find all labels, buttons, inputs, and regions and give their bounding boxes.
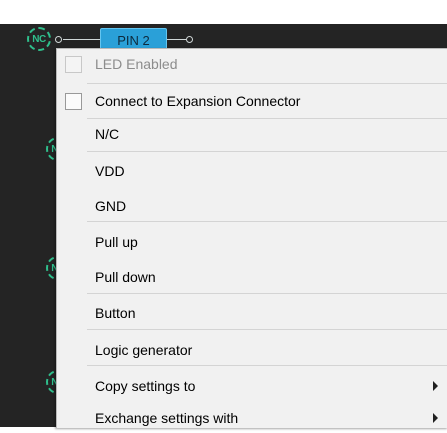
menu-item-led-enabled[interactable]: LED Enabled <box>57 49 447 79</box>
menu-item-pull-down[interactable]: Pull down <box>57 262 447 292</box>
menu-item-label: N/C <box>95 126 120 142</box>
menu-separator <box>87 365 447 366</box>
top-strip <box>0 0 447 24</box>
menu-item-connect-expansion[interactable]: Connect to Expansion Connector <box>57 86 447 116</box>
menu-item-label: Copy settings to <box>95 378 196 394</box>
menu-item-label: Button <box>95 305 136 321</box>
nc-indicator-icon[interactable]: NC <box>27 27 51 51</box>
menu-item-label: VDD <box>95 163 125 179</box>
menu-item-copy-settings[interactable]: Copy settings to <box>57 371 447 401</box>
menu-item-label: LED Enabled <box>95 56 178 72</box>
submenu-arrow-icon <box>433 413 438 423</box>
menu-item-vdd[interactable]: VDD <box>57 156 447 186</box>
menu-item-label: Logic generator <box>95 342 193 358</box>
wire <box>166 39 186 40</box>
menu-item-label: Exchange settings with <box>95 410 239 426</box>
menu-separator <box>87 221 447 222</box>
menu-item-label: Pull up <box>95 234 138 250</box>
menu-item-logic-generator[interactable]: Logic generator <box>57 335 447 365</box>
menu-item-label: Pull down <box>95 269 156 285</box>
menu-item-label: GND <box>95 198 127 214</box>
menu-separator <box>87 151 447 152</box>
menu-item-pull-up[interactable]: Pull up <box>57 227 447 257</box>
menu-item-exchange-settings[interactable]: Exchange settings with <box>57 403 447 433</box>
context-menu: LED Enabled Connect to Expansion Connect… <box>56 48 447 428</box>
menu-separator <box>87 293 447 294</box>
menu-item-nc[interactable]: N/C <box>57 119 447 149</box>
connect-expansion-checkbox[interactable] <box>65 92 82 110</box>
menu-item-button[interactable]: Button <box>57 298 447 328</box>
menu-item-label: Connect to Expansion Connector <box>95 93 301 109</box>
menu-separator <box>87 83 447 84</box>
submenu-arrow-icon <box>433 381 438 391</box>
led-enabled-checkbox[interactable] <box>65 55 82 73</box>
wire-node-icon <box>186 36 193 43</box>
wire <box>63 39 100 40</box>
wire-node-icon <box>55 36 62 43</box>
menu-item-gnd[interactable]: GND <box>57 191 447 221</box>
menu-separator <box>87 329 447 330</box>
